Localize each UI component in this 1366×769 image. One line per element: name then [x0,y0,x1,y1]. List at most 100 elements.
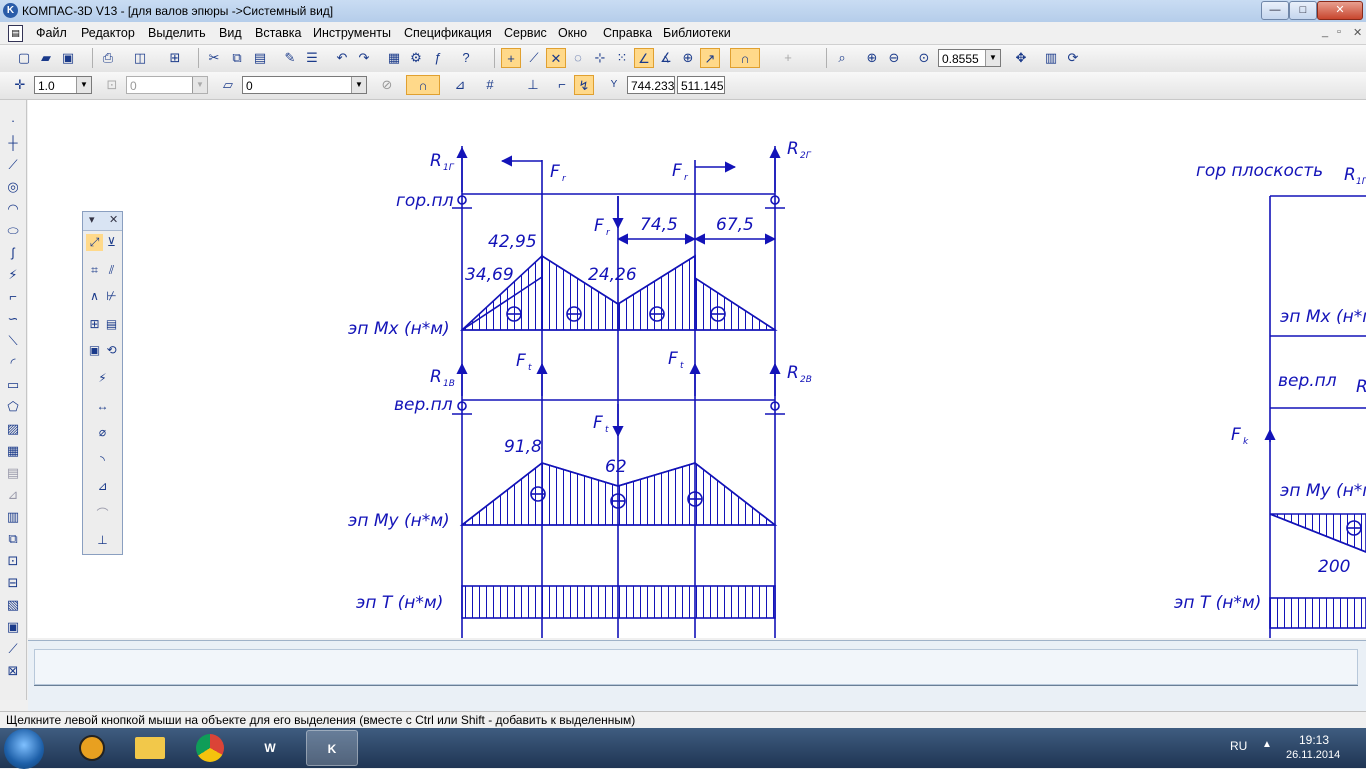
linear-dim-base-icon[interactable]: ⌗ [86,262,103,279]
menu-window[interactable]: Окно [558,26,587,40]
hatch-icon[interactable]: ▨ [3,420,23,438]
angle-dim-icon[interactable]: ∧ [86,288,103,305]
mdi-restore-button[interactable]: ▫ [1337,26,1341,38]
arc-icon[interactable]: ◠ [3,200,23,218]
zoom-scale-icon[interactable]: ⊙ [914,48,934,68]
taskbar-word-icon[interactable]: W [244,730,296,766]
insert-icon[interactable]: ⊠ [3,662,23,680]
rectangle-icon[interactable]: ▭ [3,376,23,394]
function-icon[interactable]: ƒ [428,48,448,68]
menu-view[interactable]: Вид [219,26,242,40]
snap-center-icon[interactable]: ⊕ [678,48,698,68]
coord-x-field[interactable]: 744.233 [627,76,675,94]
ortho-icon[interactable]: ⌐ [552,75,572,95]
palette-collapse-icon[interactable]: ▾ [89,213,95,226]
snap-intersection-icon[interactable]: ✕ [546,48,566,68]
hatch-dim-icon[interactable]: ▣ [86,342,103,359]
parametrization-icon[interactable]: ⊡ [3,552,23,570]
snap-middle-icon[interactable]: ⟋ [524,48,544,68]
text-icon[interactable]: ⊞ [86,316,103,333]
properties-panel-area[interactable] [34,649,1358,685]
snap-point-icon[interactable]: ∡ [656,48,676,68]
zoom-out-icon[interactable]: ⊖ [884,48,904,68]
format-brush-icon[interactable]: ✎ [280,48,300,68]
zoom-in-icon[interactable]: ⊕ [862,48,882,68]
segment-icon[interactable]: ⟋ [3,156,23,174]
drawing-canvas[interactable]: R 1Г R 2Г F r F r F r гор.пл 74,5 67,5 4… [28,100,1366,638]
properties-icon[interactable]: ☰ [302,48,322,68]
angle-dim-red-icon[interactable]: ⊬ [103,288,120,305]
menu-service[interactable]: Сервис [504,26,547,40]
redo-icon[interactable]: ↷ [354,48,374,68]
coord-y-field[interactable]: 511.145 [677,76,725,94]
select-icon[interactable]: ▧ [3,596,23,614]
polyline-icon[interactable]: ⌐ [3,288,23,306]
rotate-icon[interactable]: ⊿ [450,75,470,95]
mdi-close-button[interactable]: ✕ [1353,26,1362,39]
linear-dim-icon[interactable]: ⤢ [86,234,103,251]
redraw-icon[interactable]: ⟳ [1063,48,1083,68]
axis-icon[interactable]: ┼ [3,134,23,152]
taskbar-kompas-icon[interactable]: K [306,730,358,766]
zoom-window-icon[interactable]: ⌕ [832,48,852,68]
dimension-icon[interactable]: ⊿ [3,486,23,504]
table-icon[interactable]: ▤ [103,316,120,333]
designation-icon[interactable]: ▥ [3,508,23,526]
taskbar-chrome-icon[interactable] [184,730,236,766]
menu-tools[interactable]: Инструменты [313,26,391,40]
paste-icon[interactable]: ▤ [250,48,270,68]
linear-dim-break-icon[interactable]: ⫽ [103,262,120,279]
zoom-level-select[interactable]: 0.8555 ▼ [938,49,1001,67]
spec-icon[interactable]: ▣ [3,618,23,636]
circle-icon[interactable]: ◎ [3,178,23,196]
menu-edit[interactable]: Редактор [81,26,135,40]
view-icon[interactable]: ⊘ [377,75,397,95]
cut-icon[interactable]: ✂ [204,48,224,68]
new-file-icon[interactable]: ▢ [14,48,34,68]
undo-icon[interactable]: ↶ [332,48,352,68]
height-dim-icon[interactable]: ⊥ [94,532,111,549]
rotate-dim-icon[interactable]: ⟲ [103,342,120,359]
equidistant-icon[interactable]: ▤ [3,464,23,482]
bezier-icon[interactable]: ∽ [3,310,23,328]
edit-icon[interactable]: ⧉ [3,530,23,548]
linear-dim-chain-icon[interactable]: ⊻ [103,234,120,251]
language-indicator[interactable]: RU [1230,739,1247,753]
snap-normal-icon[interactable]: ⊹ [590,48,610,68]
clock-date[interactable]: 26.11.2014 [1286,749,1340,761]
mdi-minimize-button[interactable]: _ [1322,26,1328,38]
menu-select[interactable]: Выделить [148,26,206,40]
auto-dim-icon[interactable]: ⚡ [94,370,111,387]
chamfer-icon[interactable]: ⟍ [3,332,23,350]
polygon-icon[interactable]: ⬠ [3,398,23,416]
menu-libraries[interactable]: Библиотеки [663,26,731,40]
menu-specification[interactable]: Спецификация [404,26,492,40]
refresh-view-icon[interactable]: ▥ [1041,48,1061,68]
chevron-down-icon[interactable]: ▼ [76,77,91,93]
open-folder-icon[interactable]: ▰ [36,48,56,68]
help-pointer-icon[interactable]: ? [456,48,476,68]
copy-icon[interactable]: ⧉ [227,48,247,68]
close-button[interactable]: ✕ [1317,1,1363,20]
horizontal-dim-icon[interactable]: ↔ [94,398,111,415]
library-icon[interactable]: ⚙ [406,48,426,68]
pan-icon[interactable]: ✥ [1011,48,1031,68]
spline-icon[interactable]: ʃ [3,244,23,262]
magnet-snap-icon[interactable]: ∩ [406,75,440,95]
taskbar-app-archicad-icon[interactable] [66,730,118,766]
angular-dim-icon[interactable]: ⊿ [94,478,111,495]
tray-expand-icon[interactable]: ▲ [1262,739,1272,750]
measure-icon[interactable]: ⊟ [3,574,23,592]
auto-line-icon[interactable]: ⚡ [3,266,23,284]
step-field[interactable]: 1.0 ▼ [34,76,92,94]
document-icon[interactable]: ▤ [8,25,23,42]
layer-field[interactable]: 0 ▼ [242,76,367,94]
ellipse-icon[interactable]: ⬭ [3,222,23,240]
snap-on-curve-icon[interactable]: ↗ [700,48,720,68]
snap-magnet-icon[interactable]: ∩ [730,48,760,68]
layers-icon[interactable]: ▱ [218,75,238,95]
grid-icon[interactable]: # [480,75,500,95]
radius-dim-icon[interactable]: ◝ [94,452,111,469]
parametric-icon[interactable]: ↯ [574,75,594,95]
arc-dim-icon[interactable]: ⌒ [94,506,111,523]
